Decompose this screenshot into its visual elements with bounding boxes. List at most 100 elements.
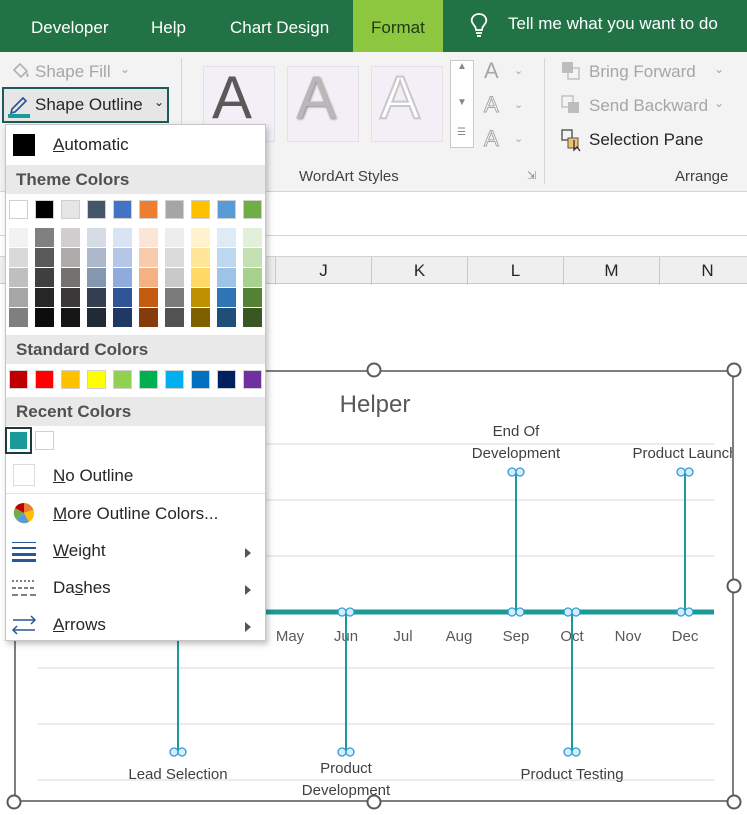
- standard-color-swatch-5[interactable]: [139, 370, 158, 389]
- column-header-L[interactable]: L: [468, 257, 564, 285]
- theme-shade-swatch-3-6[interactable]: [165, 288, 184, 307]
- theme-shade-swatch-4-5[interactable]: [139, 308, 158, 327]
- standard-color-swatch-7[interactable]: [191, 370, 210, 389]
- theme-shade-swatch-3-5[interactable]: [139, 288, 158, 307]
- weight-item[interactable]: Weight: [6, 536, 265, 570]
- theme-shade-swatch-1-0[interactable]: [9, 248, 28, 267]
- theme-shade-swatch-1-4[interactable]: [113, 248, 132, 267]
- theme-shade-swatch-4-2[interactable]: [61, 308, 80, 327]
- dashes-item[interactable]: Dashes: [6, 573, 265, 607]
- gallery-scroll[interactable]: ▲ ▼ ☰: [450, 60, 474, 148]
- theme-color-swatch-6[interactable]: [165, 200, 184, 219]
- theme-shade-swatch-2-9[interactable]: [243, 268, 262, 287]
- theme-shade-swatch-0-6[interactable]: [165, 228, 184, 247]
- standard-color-swatch-2[interactable]: [61, 370, 80, 389]
- column-header-K[interactable]: K: [372, 257, 468, 285]
- theme-shade-swatch-3-8[interactable]: [217, 288, 236, 307]
- theme-shade-swatch-3-9[interactable]: [243, 288, 262, 307]
- theme-shade-swatch-3-3[interactable]: [87, 288, 106, 307]
- theme-color-swatch-9[interactable]: [243, 200, 262, 219]
- column-header-J[interactable]: J: [276, 257, 372, 285]
- theme-shade-swatch-2-6[interactable]: [165, 268, 184, 287]
- gallery-more-icon[interactable]: ☰: [457, 127, 466, 138]
- standard-color-swatch-6[interactable]: [165, 370, 184, 389]
- theme-shade-swatch-2-1[interactable]: [35, 268, 54, 287]
- tab-format[interactable]: Format: [353, 0, 443, 52]
- theme-shade-swatch-2-8[interactable]: [217, 268, 236, 287]
- text-outline-icon[interactable]: A: [484, 92, 500, 118]
- automatic-color-item[interactable]: Automatic: [6, 129, 265, 161]
- theme-shade-swatch-1-6[interactable]: [165, 248, 184, 267]
- theme-color-swatch-1[interactable]: [35, 200, 54, 219]
- column-header-M[interactable]: M: [564, 257, 660, 285]
- theme-shade-swatch-0-4[interactable]: [113, 228, 132, 247]
- theme-color-swatch-3[interactable]: [87, 200, 106, 219]
- theme-shade-swatch-2-0[interactable]: [9, 268, 28, 287]
- dialog-launcher-icon[interactable]: ⇲: [527, 169, 536, 182]
- theme-shade-swatch-4-3[interactable]: [87, 308, 106, 327]
- scroll-down-icon[interactable]: ▼: [457, 97, 467, 108]
- theme-shade-swatch-1-3[interactable]: [87, 248, 106, 267]
- column-header-N[interactable]: N: [660, 257, 747, 285]
- send-backward-button[interactable]: Send Backward ⌄: [560, 94, 740, 120]
- theme-color-swatch-4[interactable]: [113, 200, 132, 219]
- standard-color-swatch-8[interactable]: [217, 370, 236, 389]
- text-fill-icon[interactable]: A: [484, 58, 499, 84]
- theme-shade-swatch-4-1[interactable]: [35, 308, 54, 327]
- theme-shade-swatch-0-7[interactable]: [191, 228, 210, 247]
- theme-shade-swatch-1-2[interactable]: [61, 248, 80, 267]
- theme-color-swatch-8[interactable]: [217, 200, 236, 219]
- shape-fill-button[interactable]: Shape Fill ⌄: [8, 60, 168, 86]
- theme-shade-swatch-0-1[interactable]: [35, 228, 54, 247]
- standard-color-swatch-1[interactable]: [35, 370, 54, 389]
- tab-developer[interactable]: Developer: [31, 0, 109, 52]
- theme-shade-swatch-1-8[interactable]: [217, 248, 236, 267]
- theme-shade-swatch-2-4[interactable]: [113, 268, 132, 287]
- standard-color-swatch-3[interactable]: [87, 370, 106, 389]
- theme-shade-swatch-4-9[interactable]: [243, 308, 262, 327]
- theme-shade-swatch-3-2[interactable]: [61, 288, 80, 307]
- theme-shade-swatch-3-1[interactable]: [35, 288, 54, 307]
- recent-color-swatch-0[interactable]: [5, 427, 32, 454]
- theme-shade-swatch-4-4[interactable]: [113, 308, 132, 327]
- theme-color-swatch-7[interactable]: [191, 200, 210, 219]
- theme-color-swatch-0[interactable]: [9, 200, 28, 219]
- selection-pane-button[interactable]: Selection Pane: [560, 128, 740, 154]
- theme-shade-swatch-3-4[interactable]: [113, 288, 132, 307]
- theme-shade-swatch-3-7[interactable]: [191, 288, 210, 307]
- recent-color-swatch-1[interactable]: [35, 431, 54, 450]
- theme-shade-swatch-0-0[interactable]: [9, 228, 28, 247]
- theme-shade-swatch-2-5[interactable]: [139, 268, 158, 287]
- wordart-style-2[interactable]: A: [287, 64, 359, 142]
- bring-forward-button[interactable]: Bring Forward ⌄: [560, 60, 740, 86]
- theme-color-swatch-5[interactable]: [139, 200, 158, 219]
- no-outline-item[interactable]: No Outline: [6, 461, 265, 493]
- theme-shade-swatch-2-3[interactable]: [87, 268, 106, 287]
- more-outline-colors-item[interactable]: More Outline Colors...: [6, 499, 265, 533]
- theme-shade-swatch-0-5[interactable]: [139, 228, 158, 247]
- theme-shade-swatch-4-0[interactable]: [9, 308, 28, 327]
- theme-shade-swatch-4-6[interactable]: [165, 308, 184, 327]
- theme-shade-swatch-4-8[interactable]: [217, 308, 236, 327]
- standard-color-swatch-4[interactable]: [113, 370, 132, 389]
- shape-outline-button[interactable]: Shape Outline ⌄: [2, 87, 169, 123]
- theme-shade-swatch-0-2[interactable]: [61, 228, 80, 247]
- text-effects-icon[interactable]: A: [484, 126, 500, 152]
- theme-shade-swatch-2-7[interactable]: [191, 268, 210, 287]
- standard-color-swatch-0[interactable]: [9, 370, 28, 389]
- theme-shade-swatch-1-9[interactable]: [243, 248, 262, 267]
- theme-color-swatch-2[interactable]: [61, 200, 80, 219]
- theme-shade-swatch-0-8[interactable]: [217, 228, 236, 247]
- scroll-up-icon[interactable]: ▲: [457, 61, 467, 72]
- theme-shade-swatch-1-1[interactable]: [35, 248, 54, 267]
- theme-shade-swatch-1-5[interactable]: [139, 248, 158, 267]
- theme-shade-swatch-0-3[interactable]: [87, 228, 106, 247]
- wordart-style-3[interactable]: A: [371, 63, 443, 142]
- theme-shade-swatch-3-0[interactable]: [9, 288, 28, 307]
- standard-color-swatch-9[interactable]: [243, 370, 262, 389]
- tab-chart-design[interactable]: Chart Design: [230, 0, 329, 52]
- theme-shade-swatch-0-9[interactable]: [243, 228, 262, 247]
- theme-shade-swatch-1-7[interactable]: [191, 248, 210, 267]
- theme-shade-swatch-4-7[interactable]: [191, 308, 210, 327]
- theme-shade-swatch-2-2[interactable]: [61, 268, 80, 287]
